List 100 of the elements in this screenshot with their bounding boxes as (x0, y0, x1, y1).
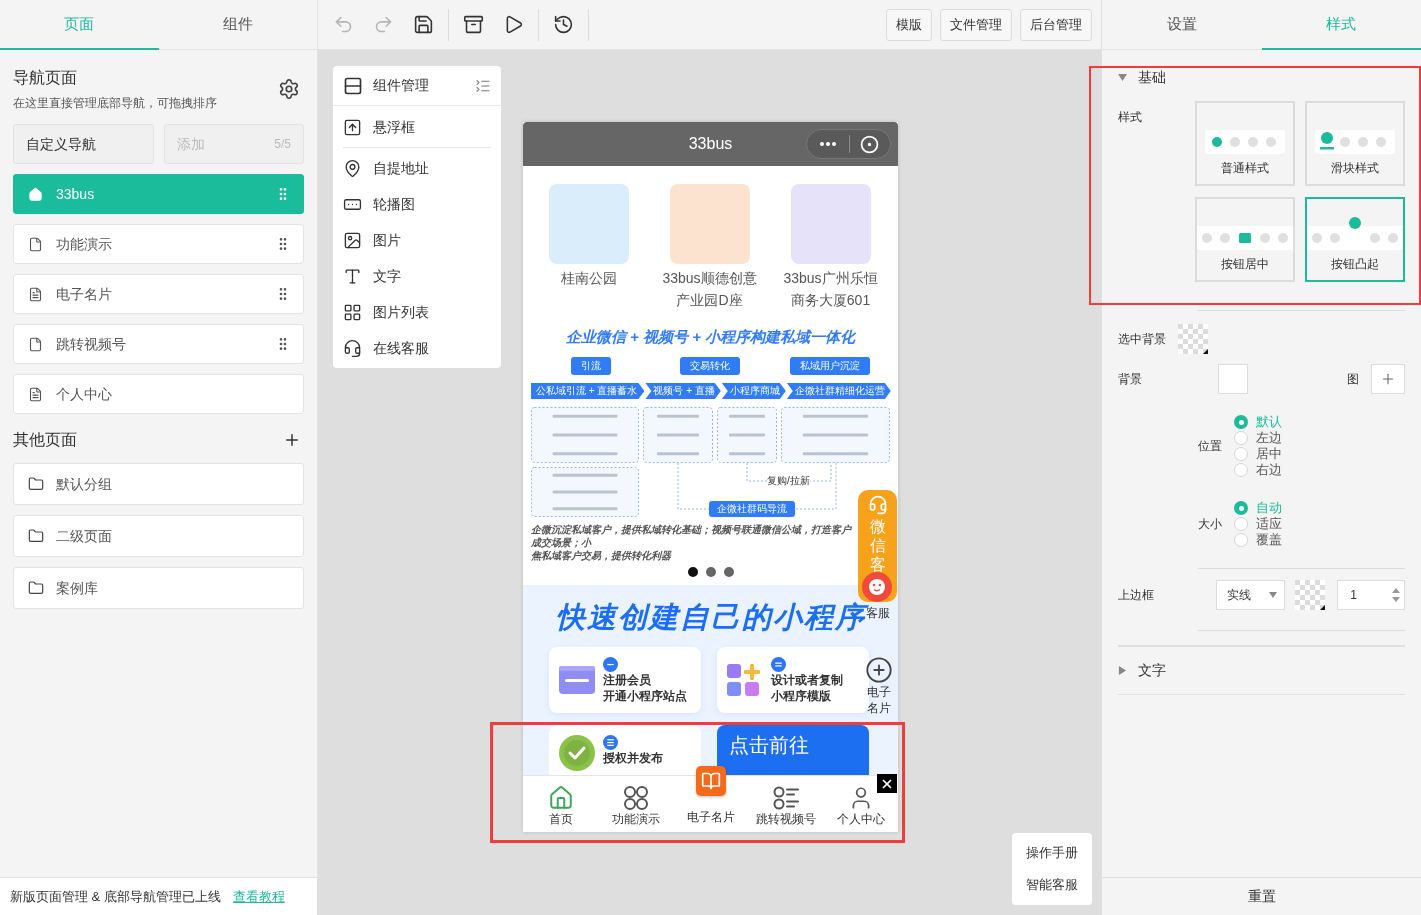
caret-icon (1118, 72, 1127, 82)
more-icon (819, 142, 836, 146)
card-icon (559, 665, 595, 695)
file-icon (28, 336, 43, 352)
tab-bar-preview-icon (1307, 216, 1403, 250)
style-option[interactable]: 按钮凸起 (1305, 197, 1405, 282)
reset-button[interactable]: 重置 (1102, 877, 1421, 915)
color-swatch[interactable] (1178, 324, 1208, 354)
nav-page-item[interactable]: 功能演示 (13, 224, 304, 264)
toolbar-button[interactable]: 模版 (886, 8, 932, 41)
place-label[interactable]: 33bus顺德创意产业园D座 (659, 267, 760, 311)
tab-bar-item[interactable]: 跳转视频号 (748, 776, 823, 832)
spinner-icon (1392, 587, 1400, 603)
tab-bar-item[interactable]: 功能演示 (598, 776, 673, 832)
color-swatch[interactable] (1218, 364, 1248, 394)
page-group-item[interactable]: 二级页面 (13, 515, 304, 557)
field-label: 位置 (1198, 438, 1223, 455)
page-group-item[interactable]: 默认分组 (13, 463, 304, 505)
nav-page-item[interactable]: 个人中心 (13, 374, 304, 414)
document-icon (28, 286, 43, 302)
page-group-item[interactable]: 案例库 (13, 567, 304, 609)
card-text: 小程序模版 (771, 687, 831, 704)
add-circle-icon (865, 656, 893, 684)
border-style-select[interactable]: 实线 (1215, 580, 1286, 610)
tab-bar-preview-icon (1197, 226, 1293, 250)
field-label: 背景 (1118, 371, 1143, 388)
component-item[interactable]: 悬浮框 (333, 109, 501, 145)
toolbar-button[interactable]: 后台管理 (1020, 8, 1092, 41)
section-description: 在这里直接管理底部导航，可拖拽排序 (13, 95, 217, 111)
action-card[interactable]: 点击前往 (717, 725, 869, 775)
toolbar-button[interactable]: 文件管理 (940, 8, 1012, 41)
card-text: 授权并发布 (603, 750, 663, 766)
save-icon (412, 14, 434, 35)
flow-tag: 企微社群码导流 (709, 501, 795, 517)
step-badge-icon (603, 735, 618, 750)
announcement-text: 新版页面管理 & 底部导航管理已上线 (10, 887, 221, 906)
caption-text: 企微沉淀私域客户，提供私域转化基础；视频号联通微信公域，打造客户成交场景；小 (531, 523, 853, 549)
tab-bar-preview-icon (1315, 130, 1395, 154)
step-badge-icon (603, 656, 618, 672)
settings-icon[interactable] (278, 78, 300, 100)
component-item[interactable]: 图片 (333, 222, 501, 258)
folder-icon (28, 580, 44, 596)
section-title: 导航页面 (13, 68, 77, 88)
tab-bar-preview-icon (1205, 130, 1285, 154)
stage-tag: 交易转化 (680, 357, 741, 375)
nav-page-item[interactable]: 跳转视频号 (13, 324, 304, 364)
place-label[interactable]: 33bus广州乐恒商务大厦601 (780, 267, 881, 311)
tab-bar-item[interactable]: 个人中心 (823, 776, 898, 832)
component-item[interactable]: 自提地址 (333, 150, 501, 186)
panel-tab[interactable]: 组件 (158, 0, 317, 50)
help-menu-item[interactable]: 智能客服 (1012, 869, 1092, 901)
radio-option[interactable]: 覆盖 (1234, 532, 1282, 548)
nav-page-item[interactable]: 电子名片 (13, 274, 304, 314)
text-icon (343, 266, 362, 286)
style-option[interactable]: 滑块样式 (1305, 101, 1405, 186)
panel-tab[interactable]: 设置 (1102, 0, 1262, 50)
collapse-icon[interactable] (475, 77, 491, 94)
border-width-input[interactable]: 1 (1337, 580, 1405, 610)
card-button[interactable]: 电子名片 (865, 656, 893, 716)
grid-icon (343, 302, 362, 322)
step-badge-icon (771, 656, 786, 672)
help-menu-item[interactable]: 操作手册 (1012, 837, 1092, 869)
archive-icon (462, 14, 484, 35)
image-icon (343, 230, 362, 250)
place-label[interactable]: 桂南公园 (560, 267, 617, 289)
section-header[interactable]: 文字 (1118, 661, 1405, 679)
radio-option[interactable]: 居中 (1234, 446, 1282, 462)
flow-label: 复购/拉新 (767, 474, 810, 488)
card-text: 设计或者复制 (771, 671, 843, 688)
blocks-icon (727, 662, 763, 698)
headset-icon (867, 495, 888, 515)
radio-option[interactable]: 适应 (1234, 516, 1282, 532)
field-label: 选中背景 (1118, 331, 1167, 348)
component-item[interactable]: 文字 (333, 258, 501, 294)
add-icon[interactable] (283, 431, 301, 449)
radio-option[interactable]: 左边 (1234, 430, 1282, 446)
panel-title: 组件管理 (373, 76, 429, 95)
smiley-icon (862, 572, 892, 602)
custom-nav-button[interactable]: 自定义导航 (13, 124, 154, 164)
component-item[interactable]: 轮播图 (333, 186, 501, 222)
document-icon (28, 386, 43, 402)
field-label: 图 (1347, 371, 1359, 388)
section-header[interactable]: 基础 (1118, 70, 1166, 84)
add-icon (1380, 371, 1396, 387)
component-item[interactable]: 图片列表 (333, 294, 501, 330)
field-label: 样式 (1118, 109, 1143, 125)
check-icon (559, 735, 595, 771)
style-option[interactable]: 按钮居中 (1195, 197, 1295, 282)
style-option[interactable]: 普通样式 (1195, 101, 1295, 186)
close-button[interactable] (877, 774, 897, 793)
color-swatch[interactable] (1295, 580, 1326, 610)
tab-bar-item[interactable]: 首页 (523, 776, 598, 832)
stack-icon (343, 75, 363, 96)
card-text: 开通小程序站点 (603, 687, 687, 704)
folder-icon (28, 528, 44, 544)
headset-icon (343, 338, 362, 358)
component-item[interactable]: 在线客服 (333, 330, 501, 366)
field-label: 上边框 (1118, 587, 1155, 604)
radio-option[interactable]: 右边 (1234, 462, 1282, 478)
dropdown-caret-icon (1269, 592, 1278, 598)
